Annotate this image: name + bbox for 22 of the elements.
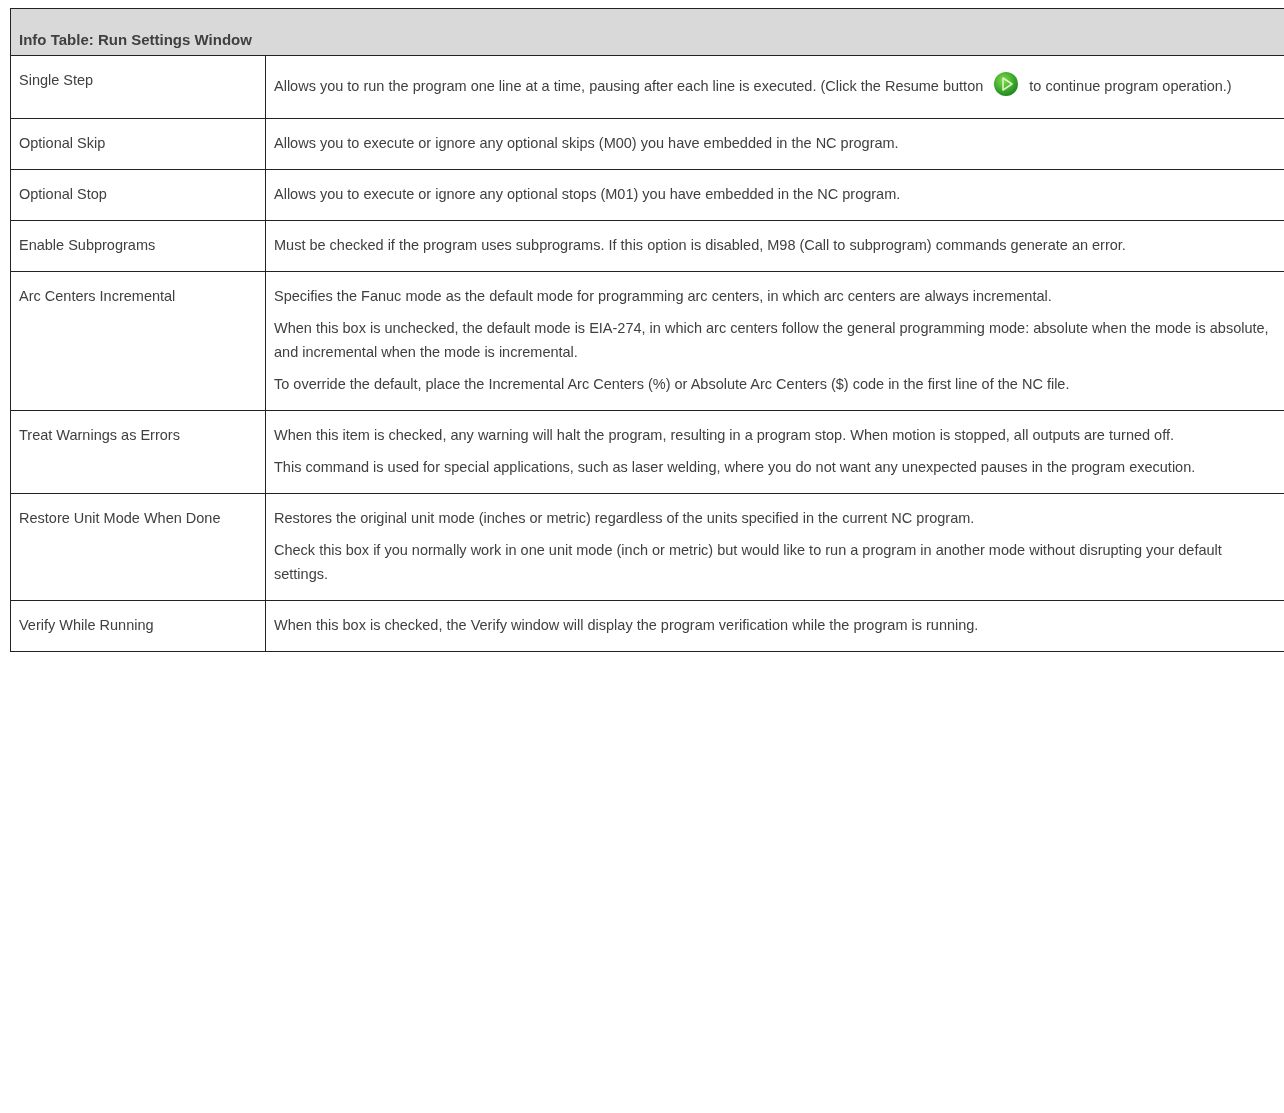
setting-name-cell: Treat Warnings as Errors [10, 410, 266, 494]
setting-name-cell: Restore Unit Mode When Done [10, 493, 266, 601]
play-icon [993, 71, 1020, 97]
setting-name-cell: Enable Subprograms [10, 220, 266, 272]
description-text: When this box is checked, the Verify window will display the program verification while the program is running. [274, 616, 980, 635]
description-text: When this item is checked, any warning will halt the program, resulting in a program stop. When motion is stopped, all outputs are turned off. [274, 426, 1175, 445]
description-text: Specifies the Fanuc mode as the default mode for programming arc centers, in which arc centers are always incremental. [274, 287, 1053, 306]
table-title: Info Table: Run Settings Window [10, 8, 1284, 56]
description-text: When this box is unchecked, the default mode is EIA-274, in which arc centers follow the general programming mode: absolute when the mode is absolute, and incremental when the mode is incremental. [274, 319, 1270, 362]
description-text: Allows you to execute or ignore any optional skips (M00) you have embedded in the NC program. [274, 134, 900, 153]
description-text: Allows you to execute or ignore any optional stops (M01) you have embedded in the NC program. [274, 185, 902, 204]
description-text: Must be checked if the program uses subprograms. If this option is disabled, M98 (Call to subprogram) commands generate an error. [274, 236, 1127, 255]
setting-name-cell: Optional Stop [10, 169, 266, 221]
setting-name-cell: Arc Centers Incremental [10, 271, 266, 411]
description-text: This command is used for special applications, such as laser welding, where you do not want any unexpected pauses in the program execution. [274, 458, 1197, 477]
description-text: Check this box if you normally work in one unit mode (inch or metric) but would like to run a program in another mode without disrupting your default settings. [274, 541, 1223, 584]
description-text: Restores the original unit mode (inches or metric) regardless of the units specified in the current NC program. [274, 509, 976, 528]
setting-name-cell: Verify While Running [10, 600, 266, 652]
description-text: Allows you to run the program one line at a time, pausing after each line is executed. (Click the Resume button to continue program operation.) [274, 68, 1279, 104]
description-text: To override the default, place the Incremental Arc Centers (%) or Absolute Arc Centers ($) code in the first line of the NC file. [274, 375, 1071, 394]
setting-name-cell: Single Step [10, 55, 266, 119]
setting-name-cell: Optional Skip [10, 118, 266, 170]
